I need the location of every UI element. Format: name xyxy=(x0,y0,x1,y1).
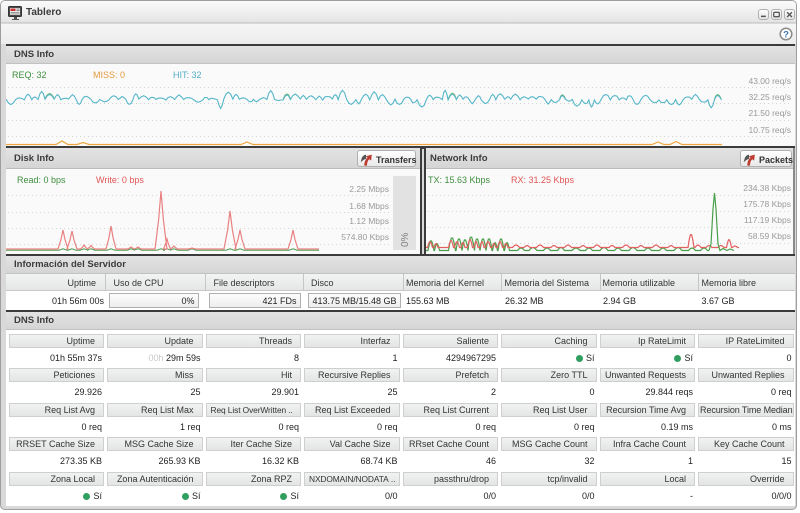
svg-text:?: ? xyxy=(783,30,789,41)
svg-text:0%: 0% xyxy=(400,232,411,247)
